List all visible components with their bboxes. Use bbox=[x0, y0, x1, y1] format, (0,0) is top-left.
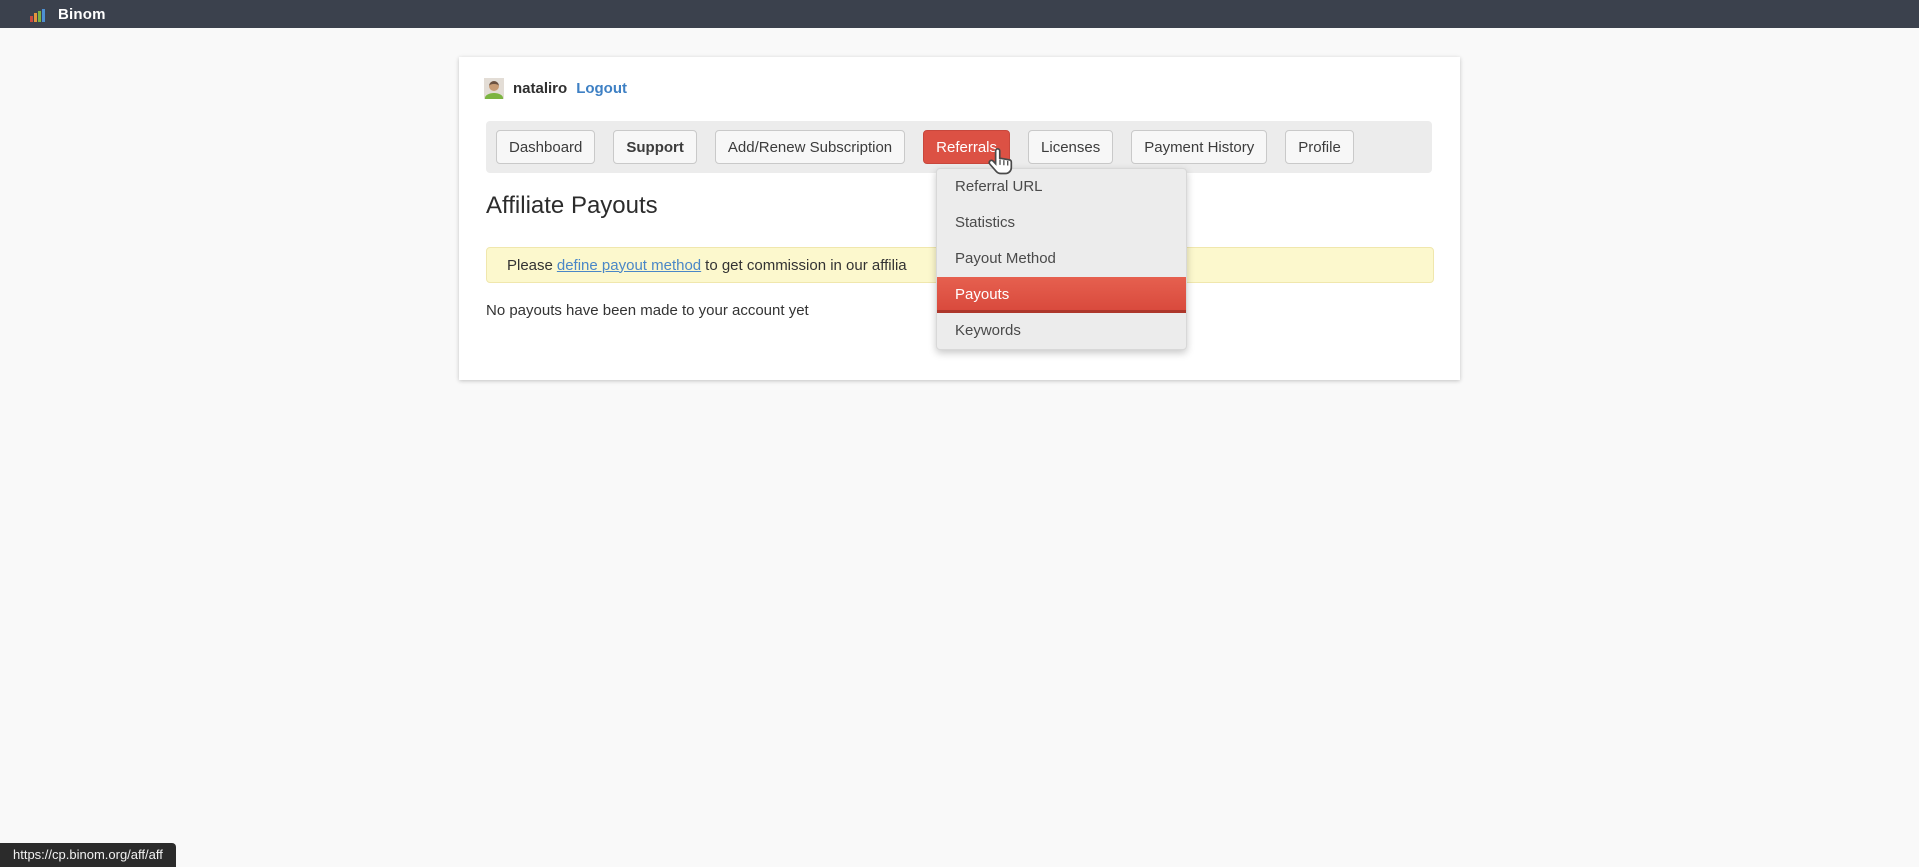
avatar-torso bbox=[485, 93, 503, 99]
empty-payouts-message: No payouts have been made to your accoun… bbox=[486, 302, 809, 319]
bar-chart-icon bbox=[30, 7, 48, 22]
tab-dashboard[interactable]: Dashboard bbox=[496, 130, 595, 164]
dropdown-item-referral-url[interactable]: Referral URL bbox=[937, 169, 1186, 205]
logout-link[interactable]: Logout bbox=[576, 80, 627, 97]
brand-name: Binom bbox=[58, 6, 106, 23]
tab-licenses[interactable]: Licenses bbox=[1028, 130, 1113, 164]
dropdown-item-keywords[interactable]: Keywords bbox=[937, 313, 1186, 349]
tab-profile[interactable]: Profile bbox=[1285, 130, 1354, 164]
dropdown-item-statistics[interactable]: Statistics bbox=[937, 205, 1186, 241]
status-url-tooltip: https://cp.binom.org/aff/aff bbox=[0, 843, 176, 867]
status-url-text: https://cp.binom.org/aff/aff bbox=[13, 847, 163, 862]
user-avatar bbox=[484, 78, 504, 99]
define-payout-method-link[interactable]: define payout method bbox=[557, 257, 701, 274]
user-row: nataliro Logout bbox=[484, 78, 627, 99]
tab-support[interactable]: Support bbox=[613, 130, 697, 164]
main-nav: Dashboard Support Add/Renew Subscription… bbox=[486, 121, 1432, 173]
dropdown-item-payouts[interactable]: Payouts bbox=[937, 277, 1186, 313]
dropdown-item-payout-method[interactable]: Payout Method bbox=[937, 241, 1186, 277]
referrals-dropdown: Referral URL Statistics Payout Method Pa… bbox=[936, 168, 1187, 350]
notice-prefix: Please bbox=[507, 257, 553, 274]
topbar: Binom bbox=[0, 0, 1919, 28]
notice-suffix: to get commission in our affilia bbox=[705, 257, 906, 274]
tab-referrals[interactable]: Referrals bbox=[923, 130, 1010, 164]
username: nataliro bbox=[513, 80, 567, 97]
tab-add-renew-subscription[interactable]: Add/Renew Subscription bbox=[715, 130, 905, 164]
avatar-head bbox=[489, 81, 499, 91]
tab-payment-history[interactable]: Payment History bbox=[1131, 130, 1267, 164]
page-title: Affiliate Payouts bbox=[486, 192, 658, 220]
